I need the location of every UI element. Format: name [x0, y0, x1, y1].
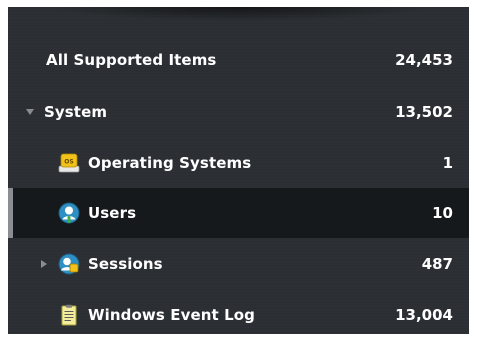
- tree-item-windows-event-log[interactable]: Windows Event Log 13,004: [8, 290, 469, 334]
- tree-item-users[interactable]: Users 10: [8, 188, 469, 238]
- tree-item-count: 13,004: [395, 306, 453, 324]
- tree-item-label: Windows Event Log: [88, 306, 255, 324]
- svg-text:OS: OS: [64, 159, 73, 166]
- tree-item-count: 10: [432, 204, 453, 222]
- tree-item-operating-systems[interactable]: OS Operating Systems 1: [8, 138, 469, 188]
- tree-item-all-supported-items[interactable]: All Supported Items 24,453: [8, 35, 469, 85]
- event-log-icon: [58, 304, 80, 326]
- supported-items-tree: All Supported Items 24,453 System 13,502…: [8, 7, 469, 334]
- tree-item-sessions[interactable]: Sessions 487: [8, 239, 469, 289]
- tree-item-system[interactable]: System 13,502: [8, 87, 469, 137]
- user-icon: [58, 202, 80, 224]
- tree-item-label: Users: [88, 204, 137, 222]
- tree-item-label: System: [44, 103, 108, 121]
- tree-item-label: All Supported Items: [46, 51, 217, 69]
- tree-item-count: 13,502: [395, 103, 453, 121]
- tree-item-count: 487: [421, 255, 453, 273]
- tree-item-count: 1: [442, 154, 453, 172]
- tree-item-count: 24,453: [395, 51, 453, 69]
- tree-item-label: Operating Systems: [88, 154, 252, 172]
- collapse-arrow-icon[interactable]: [39, 259, 49, 269]
- tree-item-label: Sessions: [88, 255, 163, 273]
- sessions-icon: [58, 253, 80, 275]
- expand-arrow-icon[interactable]: [25, 107, 35, 117]
- operating-systems-icon: OS: [58, 152, 80, 174]
- top-shadow: [8, 7, 469, 37]
